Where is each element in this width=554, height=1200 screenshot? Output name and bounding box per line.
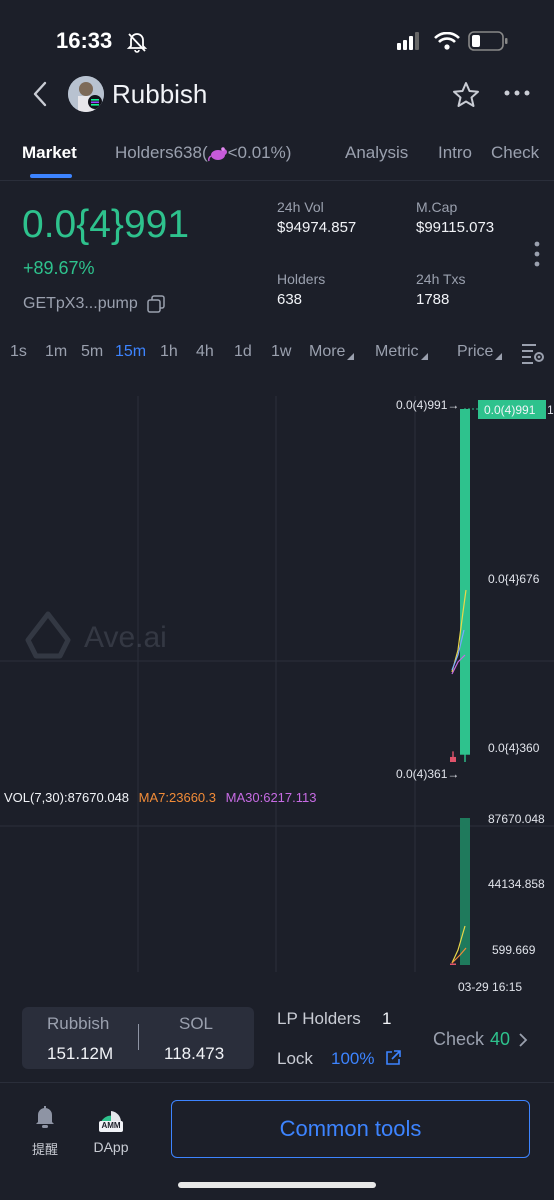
stat-txs-label: 24h Txs — [416, 271, 466, 287]
signal-icon — [397, 32, 419, 50]
alerts-nav-item[interactable]: 提醒 — [28, 1104, 62, 1158]
divider — [0, 1082, 554, 1083]
y-tick-label: 0.0{4}676 — [488, 572, 540, 586]
bell-muted-icon — [126, 33, 148, 53]
stat-vol-label: 24h Vol — [277, 199, 324, 215]
lp-holders-value: 1 — [382, 1009, 392, 1028]
pair-base-value: 151.12M — [47, 1044, 114, 1063]
vol-tick-label: 87670.048 — [488, 812, 545, 826]
stats-more-icon[interactable] — [533, 240, 541, 268]
candlestick-chart[interactable]: Ave.ai 0.0(4)991 1 0.0(4)991→ 0.0(4)361→… — [0, 388, 554, 998]
external-link-icon[interactable] — [384, 1049, 402, 1067]
vol-info: VOL(7,30):87670.048 — [4, 790, 130, 805]
check-link[interactable]: Check 40 — [433, 1029, 528, 1050]
metric-dropdown[interactable]: Metric — [375, 343, 429, 361]
stat-holders-label: Holders — [277, 271, 326, 287]
timeframe-4h[interactable]: 4h — [196, 343, 214, 361]
token-address: GETpX3...pump — [23, 295, 138, 312]
lock-label: Lock — [277, 1049, 313, 1068]
tab-check[interactable]: Check — [491, 143, 539, 163]
y-tick-label: 0.0{4}360 — [488, 741, 540, 755]
token-avatar — [68, 76, 104, 112]
page-title: Rubbish — [112, 79, 208, 109]
ma7-value: MA7:23660.3 — [138, 790, 217, 805]
active-tab-indicator — [30, 174, 72, 178]
caret-icon — [495, 353, 503, 360]
check-score: 40 — [490, 1029, 511, 1049]
timeframe-1d[interactable]: 1d — [234, 343, 252, 361]
copy-icon[interactable] — [147, 295, 165, 313]
stat-txs-value: 1788 — [416, 291, 450, 308]
vol-tick-label: 44134.858 — [488, 877, 545, 891]
timeframe-1w[interactable]: 1w — [271, 343, 291, 361]
dapp-nav-item[interactable]: AMM DApp — [90, 1102, 132, 1155]
price-tag-suffix: 1 — [547, 403, 554, 417]
volume-bar — [460, 818, 470, 965]
x-axis-label: 03-29 16:15 — [458, 980, 522, 994]
tab-analysis[interactable]: Analysis — [345, 143, 408, 163]
dapp-label: DApp — [93, 1139, 129, 1155]
pair-quote-label: SOL — [179, 1014, 214, 1033]
tab-holders-label: Holders638( — [115, 143, 208, 162]
stat-mcap-value: $99115.073 — [416, 219, 495, 236]
volume-bar — [450, 963, 456, 965]
tab-holders-percent: <0.01%) — [227, 143, 292, 162]
pair-base-label: Rubbish — [47, 1014, 110, 1033]
chevron-right-icon — [519, 1032, 528, 1047]
low-marker: 0.0(4)361→ — [396, 767, 459, 781]
home-indicator — [178, 1182, 376, 1188]
bell-icon — [36, 1106, 54, 1128]
lp-holders-label: LP Holders — [277, 1009, 361, 1028]
timeframe-1m[interactable]: 1m — [45, 343, 67, 361]
stat-holders-value: 638 — [277, 291, 303, 308]
vol-tick-label: 599.669 — [492, 943, 536, 957]
check-label: Check — [433, 1029, 485, 1049]
token-price: 0.0{4}991 — [22, 203, 190, 246]
timeframe-1s[interactable]: 1s — [10, 343, 27, 361]
timeframe-5m[interactable]: 5m — [81, 343, 103, 361]
candle-body — [450, 756, 456, 762]
price-change: +89.67% — [23, 258, 95, 278]
amm-badge: AMM — [101, 1121, 121, 1130]
chart-settings-icon[interactable] — [521, 342, 545, 364]
alerts-label: 提醒 — [31, 1143, 58, 1158]
status-time: 16:33 — [56, 28, 113, 53]
timeframe-15m[interactable]: 15m — [115, 343, 146, 361]
lock-value[interactable]: 100% — [331, 1049, 374, 1069]
metric-label: Metric — [375, 343, 419, 360]
high-marker: 0.0(4)991→ — [396, 398, 459, 412]
price-label: Price — [457, 343, 494, 360]
current-price-tag: 0.0(4)991 — [484, 403, 536, 417]
candle-body — [460, 409, 470, 755]
rat-icon — [207, 147, 227, 162]
price-dropdown[interactable]: Price — [457, 343, 503, 361]
chart-watermark: Ave.ai — [84, 621, 167, 654]
divider — [0, 180, 554, 181]
volume-indicator-row: VOL(7,30):87670.048 MA7:23660.3 MA30:621… — [4, 790, 316, 805]
back-icon[interactable] — [30, 80, 50, 108]
pair-quote-value: 118.473 — [164, 1044, 225, 1063]
ma30-value: MA30:6217.113 — [225, 790, 317, 805]
tab-intro[interactable]: Intro — [438, 143, 472, 163]
ave-logo — [25, 611, 71, 659]
liquidity-pair-box: Rubbish 151.12M SOL 118.473 — [22, 1007, 254, 1069]
stat-vol-value: $94974.857 — [277, 219, 357, 236]
pair-divider — [138, 1024, 139, 1050]
stat-mcap-label: M.Cap — [416, 199, 458, 215]
caret-icon — [420, 353, 428, 360]
timeframe-1h[interactable]: 1h — [160, 343, 178, 361]
caret-icon — [347, 353, 355, 360]
wifi-icon — [434, 32, 460, 50]
more-dropdown[interactable]: More — [309, 343, 355, 361]
more-label: More — [309, 343, 346, 360]
tab-market[interactable]: Market — [22, 143, 77, 163]
battery-icon — [468, 31, 508, 51]
more-options-icon[interactable] — [503, 88, 531, 98]
common-tools-button[interactable]: Common tools — [171, 1100, 530, 1158]
tab-holders[interactable]: Holders638( <0.01%) — [115, 143, 291, 163]
star-icon[interactable] — [451, 80, 481, 110]
